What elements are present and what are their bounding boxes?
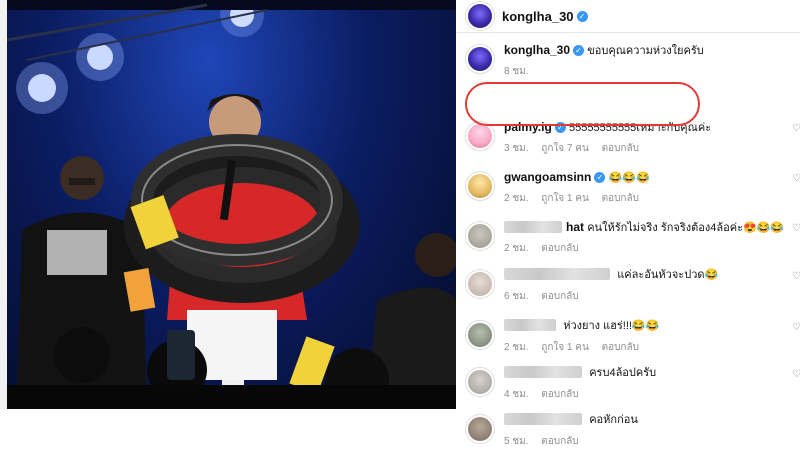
list-item: palmy.ig ✓ 55555555555เหมาะกับคุณค่ะ 3 ชม… (466, 120, 800, 160)
blurred-username (504, 268, 610, 280)
heart-icon[interactable]: ♡ (792, 223, 800, 234)
author-avatar[interactable] (466, 45, 494, 73)
heart-icon[interactable]: ♡ (792, 369, 800, 380)
verified-badge-icon: ✓ (573, 45, 585, 56)
comment-text: ครบ4ล้อปครับ (589, 367, 657, 379)
list-item: ครบ4ล้อปครับ 4 ชม. ตอบกลับ ♡ (466, 366, 800, 406)
comment-time: 4 ชม. (504, 389, 529, 400)
list-item: ห่วงยาง แฮร่!!!😂😂 2 ชม. ถูกใจ 1 คน ตอบกล… (466, 319, 800, 359)
post-photo (7, 0, 456, 409)
reply-button[interactable]: ตอบกลับ (541, 291, 578, 302)
comment-time: 2 ชม. (504, 243, 529, 254)
post-header: konglha_30 ✓ (456, 0, 800, 33)
caption-text: ขอบคุณความห่วงใยครับ (587, 45, 704, 57)
comment-time: 6 ชม. (504, 291, 529, 302)
comment-text: 😂😂😂 (608, 172, 650, 184)
avatar[interactable] (466, 172, 494, 200)
caption-item: konglha_30 ✓ ขอบคุณความห่วงใยครับ 8 ชม. (466, 43, 800, 83)
comment-likes[interactable]: ถูกใจ 7 คน (541, 143, 589, 154)
reply-button[interactable]: ตอบกลับ (541, 436, 578, 447)
comment-username[interactable]: hat (566, 220, 584, 234)
verified-badge-icon: ✓ (594, 172, 606, 183)
comment-text: แค่ละอันหัวจะปวด😂 (617, 269, 719, 281)
caption-time: 8 ชม. (504, 66, 529, 77)
author-username[interactable]: konglha_30 (502, 9, 574, 24)
comment-time: 2 ชม. (504, 193, 529, 204)
heart-icon[interactable]: ♡ (792, 173, 800, 184)
list-item: gwangoamsinn ✓ 😂😂😂 2 ชม. ถูกใจ 1 คน ตอบกล… (466, 170, 800, 210)
comment-likes[interactable]: ถูกใจ 1 คน (541, 342, 589, 353)
reply-button[interactable]: ตอบกลับ (602, 193, 639, 204)
heart-icon[interactable]: ♡ (792, 123, 800, 134)
list-item: แค่ละอันหัวจะปวด😂 6 ชม. ตอบกลับ ♡ (466, 268, 800, 308)
comment-time: 5 ชม. (504, 436, 529, 447)
avatar[interactable] (466, 321, 494, 349)
avatar[interactable] (466, 415, 494, 443)
comment-likes[interactable]: ถูกใจ 1 คน (541, 193, 589, 204)
blurred-username (504, 319, 556, 331)
list-item: คอหักก่อน 5 ชม. ตอบกลับ (466, 413, 800, 453)
reply-button[interactable]: ตอบกลับ (541, 389, 578, 400)
comment-text: คนให้รักไม่จริง รักจริงต้อง4ล้อค่ะ😍😂😂 (587, 222, 785, 234)
window-edge (0, 0, 7, 409)
avatar[interactable] (466, 122, 494, 150)
comment-username[interactable]: gwangoamsinn (504, 170, 591, 184)
blurred-username (504, 221, 562, 233)
heart-icon[interactable]: ♡ (792, 271, 800, 282)
comment-text: คอหักก่อน (589, 414, 638, 426)
comment-text: ห่วงยาง แฮร่!!!😂😂 (563, 320, 660, 332)
blurred-username (504, 366, 582, 378)
reply-button[interactable]: ตอบกลับ (602, 342, 639, 353)
comment-time: 2 ชม. (504, 342, 529, 353)
verified-badge-icon: ✓ (576, 10, 588, 22)
caption-username[interactable]: konglha_30 (504, 43, 570, 57)
author-avatar[interactable] (466, 2, 494, 30)
heart-icon[interactable]: ♡ (792, 322, 800, 333)
comment-time: 3 ชม. (504, 143, 529, 154)
avatar[interactable] (466, 270, 494, 298)
reply-button[interactable]: ตอบกลับ (602, 143, 639, 154)
reply-button[interactable]: ตอบกลับ (541, 243, 578, 254)
highlight-annotation (465, 82, 700, 126)
comments-panel: konglha_30 ✓ konglha_30 ✓ ขอบคุณความห่วงใ… (456, 0, 800, 447)
avatar[interactable] (466, 368, 494, 396)
blurred-username (504, 413, 582, 425)
list-item: hat คนให้รักไม่จริง รักจริงต้อง4ล้อค่ะ😍😂… (466, 220, 800, 260)
avatar[interactable] (466, 222, 494, 250)
